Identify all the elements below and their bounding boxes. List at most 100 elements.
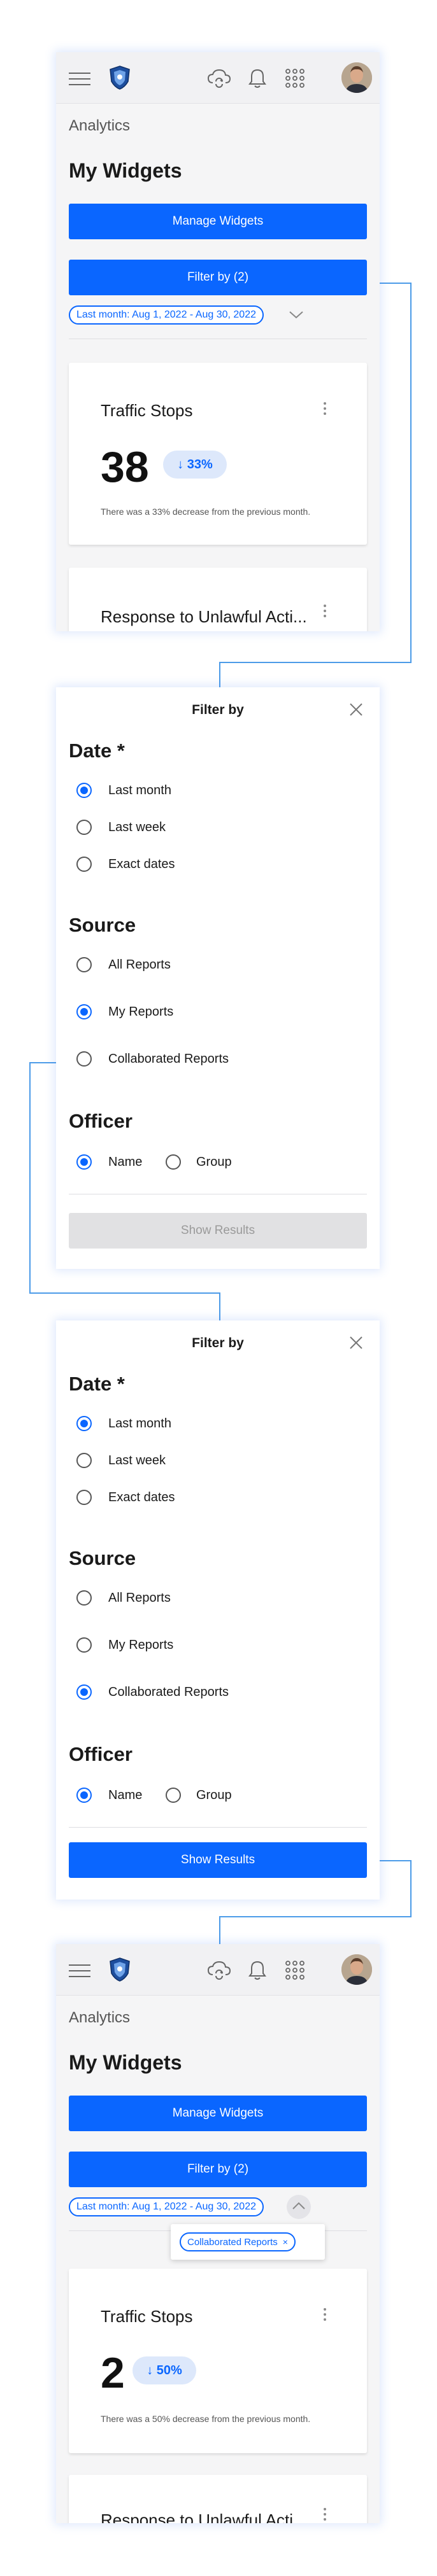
widget-card-response-unlawful[interactable]: Response to Unlawful Acti...: [69, 2475, 367, 2523]
filter-chips-popover: Collaborated Reports ×: [171, 2224, 325, 2260]
filter-by-button[interactable]: Filter by (2): [69, 260, 367, 295]
filter-modal: Filter by Date * Last month Last week Ex…: [56, 1320, 380, 1900]
flow-connector: [219, 662, 221, 687]
radio-collaborated-reports[interactable]: [76, 1051, 92, 1067]
cloud-sync-icon[interactable]: [206, 1959, 232, 1981]
filter-modal: Filter by Date * Last month Last week Ex…: [56, 687, 380, 1269]
breadcrumb[interactable]: Analytics: [69, 2009, 130, 2027]
radio-label: My Reports: [108, 1638, 174, 1652]
source-filter-chip[interactable]: Collaborated Reports ×: [180, 2232, 296, 2251]
close-icon[interactable]: [349, 703, 363, 717]
radio-label: Last month: [108, 783, 171, 797]
flow-connector: [219, 1916, 412, 1918]
chevron-down-icon[interactable]: [288, 308, 304, 321]
breadcrumb[interactable]: Analytics: [69, 117, 130, 135]
flow-connector: [410, 283, 412, 663]
radio-all-reports[interactable]: [76, 957, 92, 972]
page-title: My Widgets: [69, 2051, 182, 2074]
dashboard-screen: Analytics My Widgets Manage Widgets Filt…: [56, 1944, 380, 2523]
widget-card-traffic-stops[interactable]: Traffic Stops 2 ↓ 50% There was a 50% de…: [69, 2269, 367, 2453]
radio-last-week[interactable]: [76, 1453, 92, 1468]
chip-label: Collaborated Reports: [187, 2236, 278, 2248]
app-grid-icon[interactable]: [284, 1959, 306, 1981]
radio-label: Group: [196, 1788, 232, 1802]
radio-name[interactable]: [76, 1788, 92, 1803]
more-options-icon[interactable]: [324, 2308, 326, 2323]
radio-label: Last month: [108, 1417, 171, 1431]
flow-connector: [219, 1916, 221, 1944]
user-avatar[interactable]: [341, 1954, 372, 1985]
widget-value: 2: [101, 2349, 125, 2397]
change-badge: ↓ 50%: [133, 2356, 196, 2384]
source-heading: Source: [69, 914, 136, 936]
radio-group[interactable]: [166, 1154, 181, 1170]
cloud-sync-icon[interactable]: [206, 67, 232, 89]
flow-connector: [29, 1292, 220, 1294]
more-options-icon[interactable]: [324, 605, 326, 620]
radio-label: Last week: [108, 820, 166, 834]
page-title: My Widgets: [69, 159, 182, 182]
widget-card-response-unlawful[interactable]: Response to Unlawful Acti...: [69, 568, 367, 631]
show-results-button[interactable]: Show Results: [69, 1842, 367, 1878]
widget-card-traffic-stops[interactable]: Traffic Stops 38 ↓ 33% There was a 33% d…: [69, 363, 367, 545]
widget-title: Traffic Stops: [101, 2307, 193, 2326]
radio-name[interactable]: [76, 1154, 92, 1170]
officer-heading: Officer: [69, 1743, 133, 1765]
top-bar: [56, 1944, 380, 1996]
radio-my-reports[interactable]: [76, 1004, 92, 1019]
radio-label: Last week: [108, 1453, 166, 1467]
radio-collaborated-reports[interactable]: [76, 1684, 92, 1700]
bell-icon[interactable]: [247, 67, 268, 89]
filter-by-button[interactable]: Filter by (2): [69, 2152, 367, 2187]
app-grid-icon[interactable]: [284, 67, 306, 89]
widget-title: Response to Unlawful Acti...: [101, 2510, 307, 2523]
radio-exact-dates[interactable]: [76, 1490, 92, 1505]
widget-title: Response to Unlawful Acti...: [101, 607, 307, 626]
show-results-button[interactable]: Show Results: [69, 1213, 367, 1249]
radio-label: All Reports: [108, 958, 171, 972]
date-heading: Date *: [69, 739, 125, 762]
radio-label: Name: [108, 1788, 143, 1802]
flow-connector: [219, 1292, 221, 1320]
remove-chip-icon[interactable]: ×: [283, 2237, 288, 2247]
modal-title: Filter by: [192, 1336, 244, 1350]
manage-widgets-button[interactable]: Manage Widgets: [69, 2096, 367, 2131]
officer-heading: Officer: [69, 1110, 133, 1132]
hamburger-menu-icon[interactable]: [69, 1964, 90, 1982]
more-options-icon[interactable]: [324, 402, 326, 417]
date-filter-chip[interactable]: Last month: Aug 1, 2022 - Aug 30, 2022: [69, 2197, 264, 2216]
radio-last-month[interactable]: [76, 1416, 92, 1431]
radio-my-reports[interactable]: [76, 1637, 92, 1653]
widget-value: 38: [101, 443, 149, 491]
radio-last-month[interactable]: [76, 783, 92, 798]
flow-connector: [219, 662, 412, 664]
date-heading: Date *: [69, 1373, 125, 1395]
radio-label: All Reports: [108, 1591, 171, 1605]
shield-badge-logo: [110, 66, 130, 90]
change-badge: ↓ 33%: [163, 451, 227, 479]
widget-description: There was a 33% decrease from the previo…: [101, 507, 311, 517]
radio-label: Exact dates: [108, 1490, 175, 1504]
widget-description: There was a 50% decrease from the previo…: [101, 2414, 311, 2424]
chevron-up-icon: [292, 2202, 305, 2209]
bell-icon[interactable]: [247, 1959, 268, 1981]
radio-label: Group: [196, 1155, 232, 1169]
radio-label: Collaborated Reports: [108, 1052, 229, 1066]
divider: [69, 1827, 367, 1828]
radio-last-week[interactable]: [76, 820, 92, 835]
radio-label: Name: [108, 1155, 143, 1169]
flow-connector: [410, 1860, 412, 1917]
more-options-icon[interactable]: [324, 2508, 326, 2523]
radio-exact-dates[interactable]: [76, 857, 92, 872]
top-bar: [56, 52, 380, 104]
chevron-up-button[interactable]: [287, 2195, 311, 2219]
radio-group[interactable]: [166, 1788, 181, 1803]
flow-connector: [380, 283, 412, 284]
close-icon[interactable]: [349, 1336, 363, 1350]
radio-all-reports[interactable]: [76, 1590, 92, 1606]
radio-label: My Reports: [108, 1005, 174, 1019]
hamburger-menu-icon[interactable]: [69, 73, 90, 90]
user-avatar[interactable]: [341, 62, 372, 93]
manage-widgets-button[interactable]: Manage Widgets: [69, 204, 367, 239]
date-filter-chip[interactable]: Last month: Aug 1, 2022 - Aug 30, 2022: [69, 305, 264, 325]
